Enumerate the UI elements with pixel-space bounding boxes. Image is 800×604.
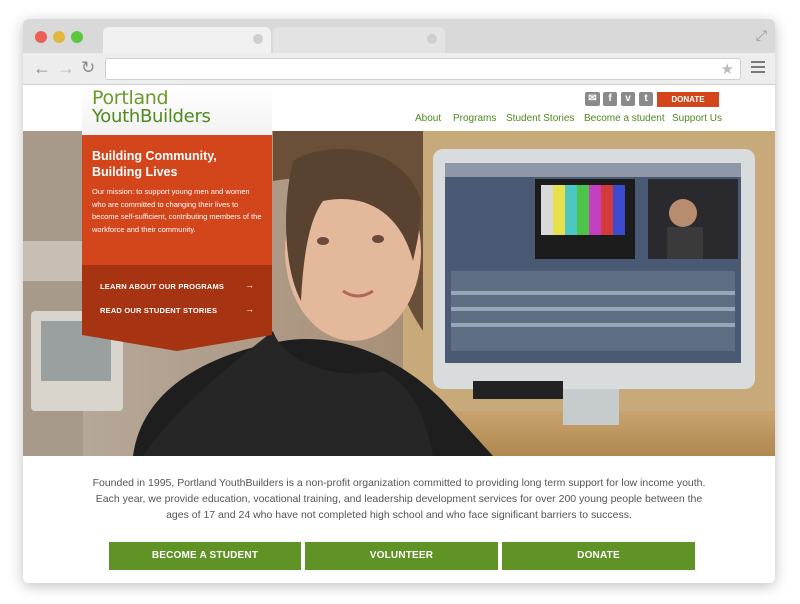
hero-title-line1: Building Community, bbox=[92, 149, 217, 163]
hero-title-line2: Building Lives bbox=[92, 165, 178, 179]
browser-tab-active[interactable] bbox=[103, 27, 271, 53]
nav-support-us[interactable]: Support Us bbox=[672, 113, 722, 124]
facebook-icon[interactable]: f bbox=[603, 92, 617, 106]
vimeo-icon[interactable]: v bbox=[621, 92, 635, 106]
hero-title: Building Community, Building Lives bbox=[92, 148, 264, 180]
browser-menu-icon[interactable] bbox=[751, 58, 765, 76]
address-bar[interactable]: ★ bbox=[105, 58, 741, 80]
close-window-button[interactable] bbox=[35, 31, 47, 43]
browser-toolbar: ← → ↻ ★ bbox=[23, 53, 775, 85]
callout-tail bbox=[82, 335, 272, 351]
arrow-right-icon[interactable]: → bbox=[245, 304, 254, 314]
arrow-right-icon[interactable]: → bbox=[245, 280, 254, 290]
header-donate-button[interactable]: DONATE bbox=[657, 92, 719, 107]
logo-line2: YouthBuilders bbox=[92, 106, 211, 127]
browser-titlebar: ⤢ bbox=[23, 19, 775, 53]
browser-tab[interactable] bbox=[273, 27, 445, 53]
tab-close-icon[interactable] bbox=[253, 34, 263, 44]
hero-mission-text: Our mission: to support young men and wo… bbox=[92, 187, 262, 234]
volunteer-button[interactable]: VOLUNTEER bbox=[305, 542, 498, 570]
bookmark-star-icon[interactable]: ★ bbox=[721, 60, 734, 78]
tab-close-icon[interactable] bbox=[427, 34, 437, 44]
fullscreen-icon[interactable]: ⤢ bbox=[756, 27, 767, 44]
maximize-window-button[interactable] bbox=[71, 31, 83, 43]
donate-button[interactable]: DONATE bbox=[502, 542, 695, 570]
back-arrow-icon[interactable]: ← bbox=[33, 58, 51, 78]
web-page: Portland YouthBuilders ✉ f v t DONATE Ab… bbox=[23, 85, 775, 583]
nav-programs[interactable]: Programs bbox=[453, 113, 496, 124]
read-stories-link[interactable]: READ OUR STUDENT STORIES bbox=[100, 306, 217, 315]
reload-icon[interactable]: ↻ bbox=[81, 58, 95, 78]
nav-student-stories[interactable]: Student Stories bbox=[506, 113, 574, 124]
learn-programs-link[interactable]: LEARN ABOUT OUR PROGRAMS bbox=[100, 282, 224, 291]
browser-window: ⤢ ← → ↻ ★ Portland YouthBuilders ✉ f v t… bbox=[23, 19, 775, 583]
nav-become-a-student[interactable]: Become a student bbox=[584, 113, 665, 124]
about-paragraph: Founded in 1995, Portland YouthBuilders … bbox=[92, 477, 706, 521]
nav-about[interactable]: About bbox=[415, 113, 441, 124]
hero-links-panel: LEARN ABOUT OUR PROGRAMS → READ OUR STUD… bbox=[82, 265, 272, 335]
twitter-icon[interactable]: t bbox=[639, 92, 653, 106]
become-a-student-button[interactable]: BECOME A STUDENT bbox=[109, 542, 301, 570]
forward-arrow-icon[interactable]: → bbox=[57, 58, 75, 78]
site-logo[interactable]: Portland YouthBuilders bbox=[82, 85, 272, 135]
minimize-window-button[interactable] bbox=[53, 31, 65, 43]
hero-banner: Building Community, Building Lives Our m… bbox=[23, 131, 775, 456]
mail-icon[interactable]: ✉ bbox=[585, 92, 600, 106]
hero-callout: Building Community, Building Lives Our m… bbox=[82, 131, 272, 265]
site-header: Portland YouthBuilders ✉ f v t DONATE Ab… bbox=[23, 85, 775, 135]
